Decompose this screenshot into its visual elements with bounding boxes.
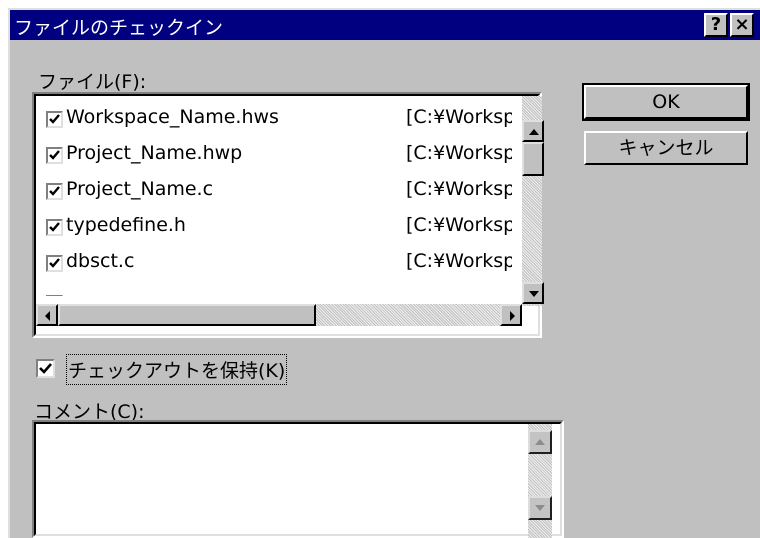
file-list-body: Workspace_Name.hws [C:¥Worksp Project_Na… [34,94,544,336]
file-path: [C:¥Worksp [406,250,512,272]
file-name: typedefine.h [66,214,186,236]
scroll-up-button[interactable] [522,120,544,142]
scroll-right-button[interactable] [500,304,522,326]
list-item[interactable]: typedefine.h [C:¥Worksp [44,212,514,240]
help-icon: ? [710,14,722,35]
list-item-partial[interactable] [44,288,514,296]
file-checkbox[interactable] [46,111,63,128]
list-item[interactable]: Project_Name.c [C:¥Worksp [44,176,514,204]
cancel-button[interactable]: キャンセル [584,131,748,165]
checkmark-icon [49,114,60,124]
list-item[interactable]: Project_Name.hwp [C:¥Worksp [44,140,514,168]
checkmark-icon [39,363,52,374]
file-path: [C:¥Worksp [406,106,512,128]
checkin-dialog: ファイルのチェックイン ? × ファイル(F): Workspace_Name.… [8,8,760,538]
comment-scroll-down-button[interactable] [528,496,552,520]
list-item[interactable]: dbsct.c [C:¥Worksp [44,248,514,276]
scroll-left-button[interactable] [36,304,58,326]
file-name: Workspace_Name.hws [66,106,279,128]
file-checkbox[interactable] [46,219,63,236]
close-button[interactable]: × [730,13,754,37]
triangle-down-icon [529,291,539,297]
triangle-up-icon [535,439,545,445]
checkmark-icon [49,222,60,232]
file-path: [C:¥Worksp [406,214,512,236]
ok-button[interactable]: OK [582,83,750,121]
horizontal-scroll-thumb[interactable] [58,304,316,326]
checkmark-icon [49,186,60,196]
comment-body [34,422,562,538]
triangle-down-icon [535,505,545,511]
triangle-left-icon [45,311,50,321]
file-path: [C:¥Worksp [406,142,512,164]
file-list-viewport: Workspace_Name.hws [C:¥Worksp Project_Na… [44,104,522,296]
title-bar[interactable]: ファイルのチェックイン ? × [10,10,760,40]
vertical-scroll-thumb[interactable] [522,142,544,176]
comment-field[interactable] [32,420,564,538]
close-icon: × [734,14,750,35]
file-name: Project_Name.c [66,178,214,200]
file-list[interactable]: Workspace_Name.hws [C:¥Worksp Project_Na… [32,92,544,338]
file-checkbox[interactable] [46,183,63,200]
checkmark-icon [49,258,60,268]
comment-text[interactable] [40,426,530,532]
triangle-up-icon [529,129,539,135]
files-label: ファイル(F): [38,71,147,93]
comment-scroll-up-button[interactable] [528,430,552,454]
help-button[interactable]: ? [704,13,728,37]
scroll-down-button[interactable] [522,282,544,304]
file-path: [C:¥Worksp [406,178,512,200]
file-checkbox[interactable] [46,147,63,164]
file-checkbox[interactable] [46,255,63,272]
file-name: dbsct.c [66,250,135,272]
file-name: Project_Name.hwp [66,142,243,164]
keep-checkout-label[interactable]: チェックアウトを保持(K) [65,354,288,385]
window-title: ファイルのチェックイン [14,17,224,39]
list-item[interactable]: Workspace_Name.hws [C:¥Worksp [44,104,514,132]
triangle-right-icon [510,311,515,321]
keep-checkout-checkbox[interactable] [36,359,55,378]
file-checkbox[interactable] [46,295,63,296]
checkmark-icon [49,150,60,160]
